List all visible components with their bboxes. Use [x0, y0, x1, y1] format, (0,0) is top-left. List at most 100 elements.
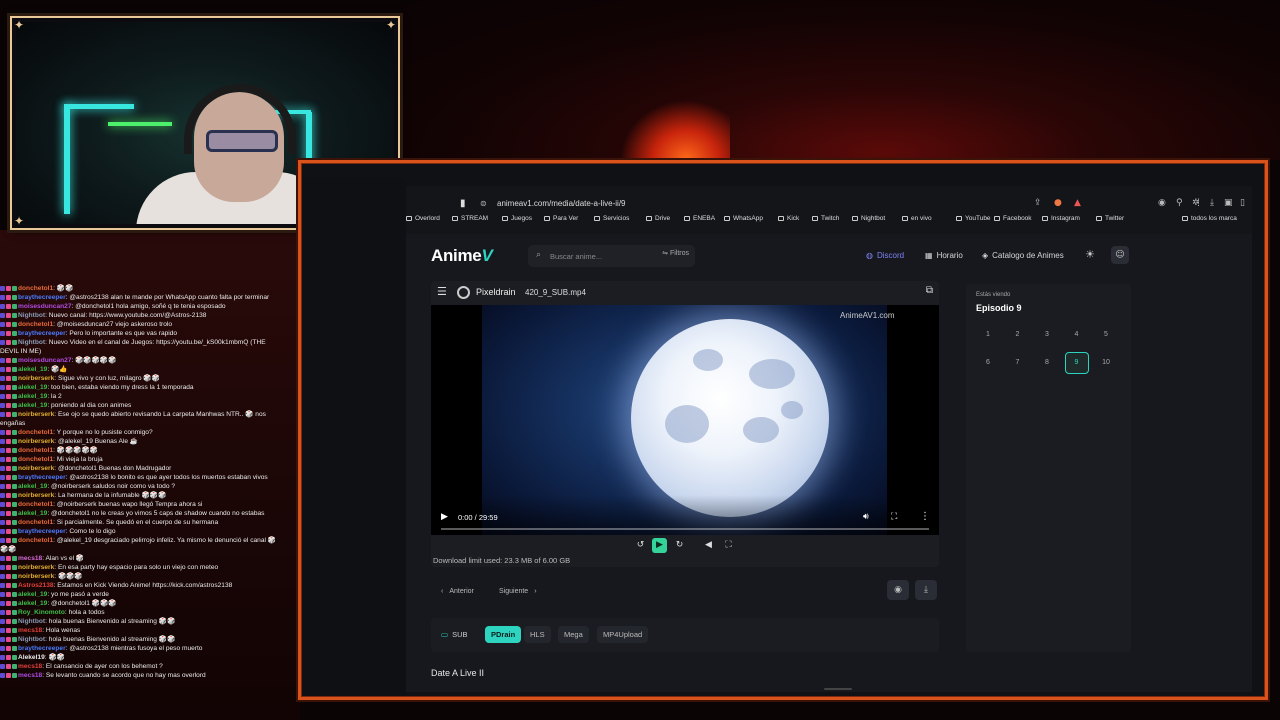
bookmark-item[interactable]: Kick: [778, 215, 799, 222]
chat-username[interactable]: Nightbot: [18, 312, 45, 319]
episode-button[interactable]: 7: [1006, 352, 1030, 374]
downloads-icon[interactable]: ⤓: [1210, 198, 1214, 208]
chat-username[interactable]: donchetol1: [18, 537, 53, 544]
chat-username[interactable]: alekel_19: [18, 483, 47, 490]
bookmark-item[interactable]: Facebook: [994, 215, 1032, 222]
chat-username[interactable]: noirberserk: [18, 375, 54, 382]
nav-discord[interactable]: ◍ Discord: [866, 251, 904, 260]
address-bar[interactable]: animeav1.com/media/date-a-live-ii/9: [497, 199, 626, 208]
scrollbar[interactable]: [824, 688, 852, 690]
bookmark-item[interactable]: Juegos: [502, 215, 532, 222]
user-icon[interactable]: ☺: [1111, 246, 1129, 264]
chat-username[interactable]: donchetol1: [18, 285, 53, 292]
nav-catalog[interactable]: ◈ Catalogo de Animes: [982, 251, 1064, 260]
chat-username[interactable]: alekel_19: [18, 510, 47, 517]
volume-icon[interactable]: ◀︎: [701, 538, 716, 553]
chat-username[interactable]: braythecreeper: [18, 528, 66, 535]
previous-episode-button[interactable]: ‹ Anterior: [435, 584, 480, 599]
download-icon[interactable]: ⤓: [915, 580, 937, 600]
chat-username[interactable]: braythecreeper: [18, 294, 66, 301]
tab-icon[interactable]: ▣: [1224, 198, 1233, 208]
search-input[interactable]: [550, 249, 640, 263]
episode-button[interactable]: 6: [976, 352, 1000, 374]
next-episode-button[interactable]: Siguiente ›: [493, 584, 543, 599]
chat-username[interactable]: noirberserk: [18, 465, 54, 472]
server-button[interactable]: Mega: [558, 626, 589, 643]
bookmark-item[interactable]: Drive: [646, 215, 670, 222]
chat-username[interactable]: alekel_19: [18, 393, 47, 400]
progress-bar[interactable]: [441, 528, 929, 530]
chat-username[interactable]: alekel_19: [18, 600, 47, 607]
chat-username[interactable]: moisesduncan27: [18, 303, 72, 310]
forward-icon[interactable]: ↻: [672, 538, 687, 553]
chat-username[interactable]: braythecreeper: [18, 474, 66, 481]
bookmark-item[interactable]: STREAM: [452, 215, 488, 222]
chat-username[interactable]: noirberserk: [18, 573, 54, 580]
extensions-icon[interactable]: ✲: [1192, 198, 1200, 208]
chat-username[interactable]: noirberserk: [18, 492, 54, 499]
nav-schedule[interactable]: ▦ Horario: [925, 251, 963, 260]
chat-username[interactable]: alekel_19: [18, 366, 47, 373]
chat-username[interactable]: alekel_19: [18, 591, 47, 598]
bookmark-item[interactable]: Twitter: [1096, 215, 1124, 222]
chat-username[interactable]: Nightbot: [18, 339, 45, 346]
sidebar-icon[interactable]: ▯: [1240, 198, 1245, 208]
extension-icon[interactable]: ●: [1054, 198, 1062, 208]
episode-button[interactable]: 4: [1065, 324, 1089, 346]
chat-username[interactable]: mecs18: [18, 672, 42, 679]
chat-username[interactable]: moisesduncan27: [18, 357, 72, 364]
play-button[interactable]: ▶: [652, 538, 667, 553]
extension-icon[interactable]: ⚲: [1176, 198, 1183, 208]
chat-username[interactable]: noirberserk: [18, 438, 54, 445]
bookmark-item[interactable]: YouTube: [956, 215, 991, 222]
chat-username[interactable]: mecs18: [18, 555, 42, 562]
chat-username[interactable]: noirberserk: [18, 564, 54, 571]
chat-username[interactable]: noirberserk: [18, 411, 54, 418]
volume-icon[interactable]: 🔊︎: [863, 512, 869, 522]
bookmark-item[interactable]: WhatsApp: [724, 215, 763, 222]
server-button[interactable]: HLS: [524, 626, 551, 643]
site-info-icon[interactable]: ⊜: [480, 199, 487, 208]
bookmark-item[interactable]: Instagram: [1042, 215, 1080, 222]
site-logo[interactable]: AnimeV: [431, 246, 493, 266]
bookmark-item[interactable]: ENEBA: [684, 215, 715, 222]
bookmark-star-icon[interactable]: ▮: [460, 198, 466, 209]
chat-username[interactable]: donchetol1: [18, 429, 53, 436]
bookmark-item[interactable]: Overlord: [406, 215, 440, 222]
sub-tab[interactable]: ▭ SUB: [441, 630, 468, 639]
filters-button[interactable]: ⇋ Filtros: [662, 249, 689, 257]
play-icon[interactable]: ▶: [441, 512, 448, 522]
episode-button[interactable]: 5: [1094, 324, 1118, 346]
chat-username[interactable]: Astros2138: [18, 582, 54, 589]
episode-button[interactable]: 8: [1035, 352, 1059, 374]
hamburger-menu-icon[interactable]: ☰: [437, 285, 447, 298]
extension-icon[interactable]: ▲: [1074, 198, 1081, 208]
episode-button[interactable]: 10: [1094, 352, 1118, 374]
chat-username[interactable]: braythecreeper: [18, 330, 66, 337]
chat-username[interactable]: Nightbot: [18, 618, 45, 625]
chat-username[interactable]: Alekel19: [18, 654, 45, 661]
theme-toggle-icon[interactable]: ☀: [1085, 248, 1095, 261]
episode-button[interactable]: 3: [1035, 324, 1059, 346]
bookmark-item[interactable]: Servicios: [594, 215, 629, 222]
bookmark-item[interactable]: en vivo: [902, 215, 932, 222]
chat-username[interactable]: mecs18: [18, 663, 42, 670]
episode-button[interactable]: 9: [1064, 352, 1089, 374]
eye-icon[interactable]: ◉: [887, 580, 909, 600]
share-icon[interactable]: ⇪: [1034, 198, 1042, 208]
chat-username[interactable]: Roy_Kinomoto: [18, 609, 65, 616]
server-button[interactable]: PDrain: [485, 626, 522, 643]
episode-button[interactable]: 1: [976, 324, 1000, 346]
rewind-icon[interactable]: ↺: [633, 538, 648, 553]
chat-username[interactable]: donchetol1: [18, 519, 53, 526]
bookmark-item[interactable]: Nightbot: [852, 215, 885, 222]
chat-username[interactable]: braythecreeper: [18, 645, 66, 652]
chat-username[interactable]: alekel_19: [18, 384, 47, 391]
chat-username[interactable]: mecs18: [18, 627, 42, 634]
server-button[interactable]: MP4Upload: [597, 626, 649, 643]
chat-username[interactable]: donchetol1: [18, 447, 53, 454]
bookmark-item[interactable]: Twitch: [812, 215, 839, 222]
open-external-icon[interactable]: ⧉: [926, 285, 933, 296]
chat-username[interactable]: donchetol1: [18, 321, 53, 328]
more-options-icon[interactable]: ⋮: [920, 511, 930, 522]
